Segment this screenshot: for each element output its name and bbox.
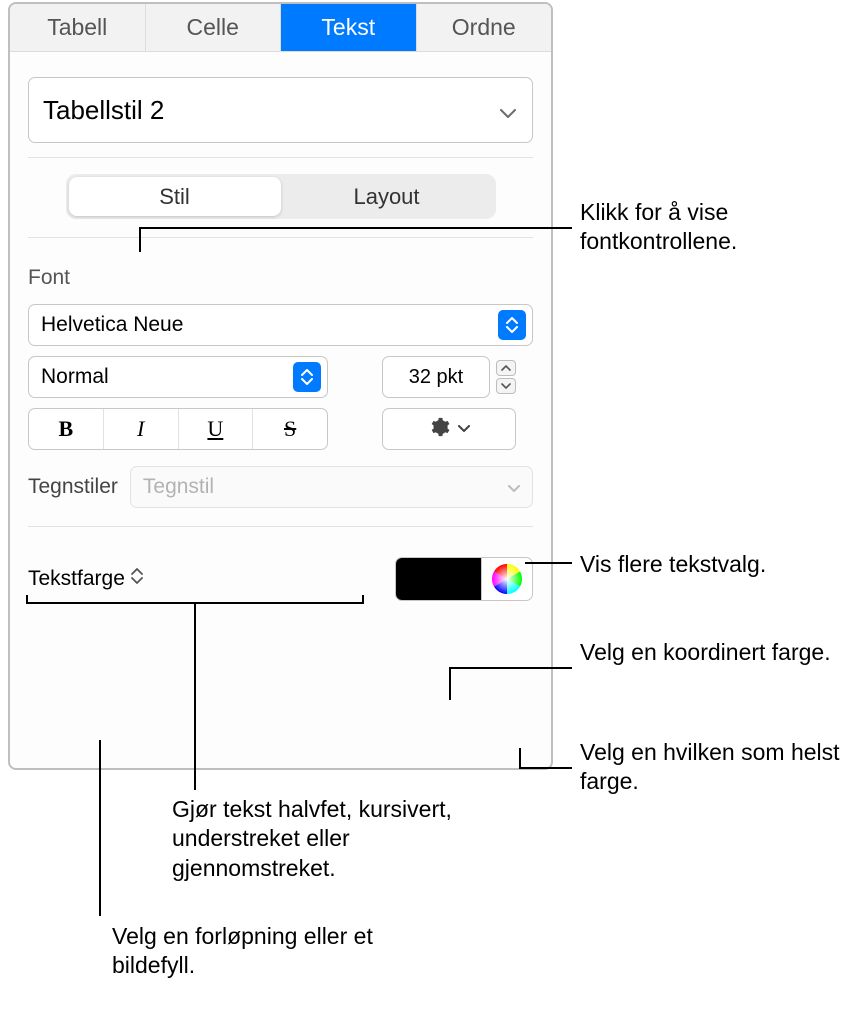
- font-family-value: Helvetica Neue: [41, 313, 183, 337]
- font-size-step-up[interactable]: [496, 360, 516, 376]
- callout-gradient-fill: Velg en forløpning eller et bildefyll.: [112, 922, 412, 981]
- font-size-group: 32 pkt: [382, 356, 516, 398]
- gear-icon: [428, 416, 450, 443]
- chevron-down-icon: [458, 420, 470, 438]
- table-style-label: Tabellstil 2: [43, 95, 164, 126]
- font-style-popup[interactable]: Normal: [28, 356, 328, 398]
- color-picker-button[interactable]: [482, 558, 532, 600]
- character-style-placeholder: Tegnstil: [143, 475, 214, 499]
- segment-layout[interactable]: Layout: [281, 177, 493, 216]
- divider: [28, 157, 533, 158]
- tab-celle[interactable]: Celle: [146, 4, 282, 51]
- text-color-popup[interactable]: Tekstfarge: [28, 567, 143, 591]
- updown-icon: [498, 310, 526, 340]
- font-family-popup[interactable]: Helvetica Neue: [28, 304, 533, 346]
- italic-button[interactable]: I: [104, 409, 179, 449]
- tab-tabell[interactable]: Tabell: [10, 4, 146, 51]
- tab-ordne[interactable]: Ordne: [417, 4, 552, 51]
- updown-icon: [131, 567, 143, 591]
- character-style-popup[interactable]: Tegnstil: [130, 466, 533, 508]
- strikethrough-button[interactable]: S: [253, 409, 327, 449]
- bold-button[interactable]: B: [29, 409, 104, 449]
- callout-coordinated-color: Velg en koordinert farge.: [580, 638, 840, 667]
- color-well[interactable]: [396, 558, 482, 600]
- inspector-tabs: Tabell Celle Tekst Ordne: [10, 4, 551, 52]
- bius-group: B I U S: [28, 408, 328, 450]
- callout-bius: Gjør tekst halvfet, kursivert, understre…: [172, 795, 502, 883]
- stil-layout-segment: Stil Layout: [28, 174, 533, 219]
- font-style-value: Normal: [41, 365, 109, 389]
- segment-stil[interactable]: Stil: [69, 177, 281, 216]
- inspector-panel: Tabell Celle Tekst Ordne Tabellstil 2 St…: [8, 2, 553, 770]
- callout-more-text-options: Vis flere tekstvalg.: [580, 550, 840, 579]
- callout-bracket: [25, 593, 365, 613]
- text-color-label: Tekstfarge: [28, 567, 125, 591]
- updown-icon: [293, 362, 321, 392]
- divider: [28, 526, 533, 527]
- divider: [28, 237, 533, 238]
- font-size-field[interactable]: 32 pkt: [382, 356, 490, 398]
- chevron-down-icon: [508, 475, 520, 499]
- callout-any-color: Velg en hvilken som helst farge.: [580, 738, 840, 797]
- character-styles-label: Tegnstiler: [28, 475, 118, 499]
- more-text-options-button[interactable]: [382, 408, 516, 450]
- chevron-down-icon: [500, 95, 516, 126]
- color-wheel-icon: [492, 564, 522, 594]
- font-section-label: Font: [28, 266, 533, 290]
- font-size-step-down[interactable]: [496, 378, 516, 394]
- callout-font-controls: Klikk for å vise fontkontrollene.: [580, 198, 840, 257]
- text-color-controls: [395, 557, 533, 601]
- table-style-popup[interactable]: Tabellstil 2: [28, 77, 533, 143]
- underline-button[interactable]: U: [179, 409, 254, 449]
- tab-tekst[interactable]: Tekst: [281, 4, 417, 51]
